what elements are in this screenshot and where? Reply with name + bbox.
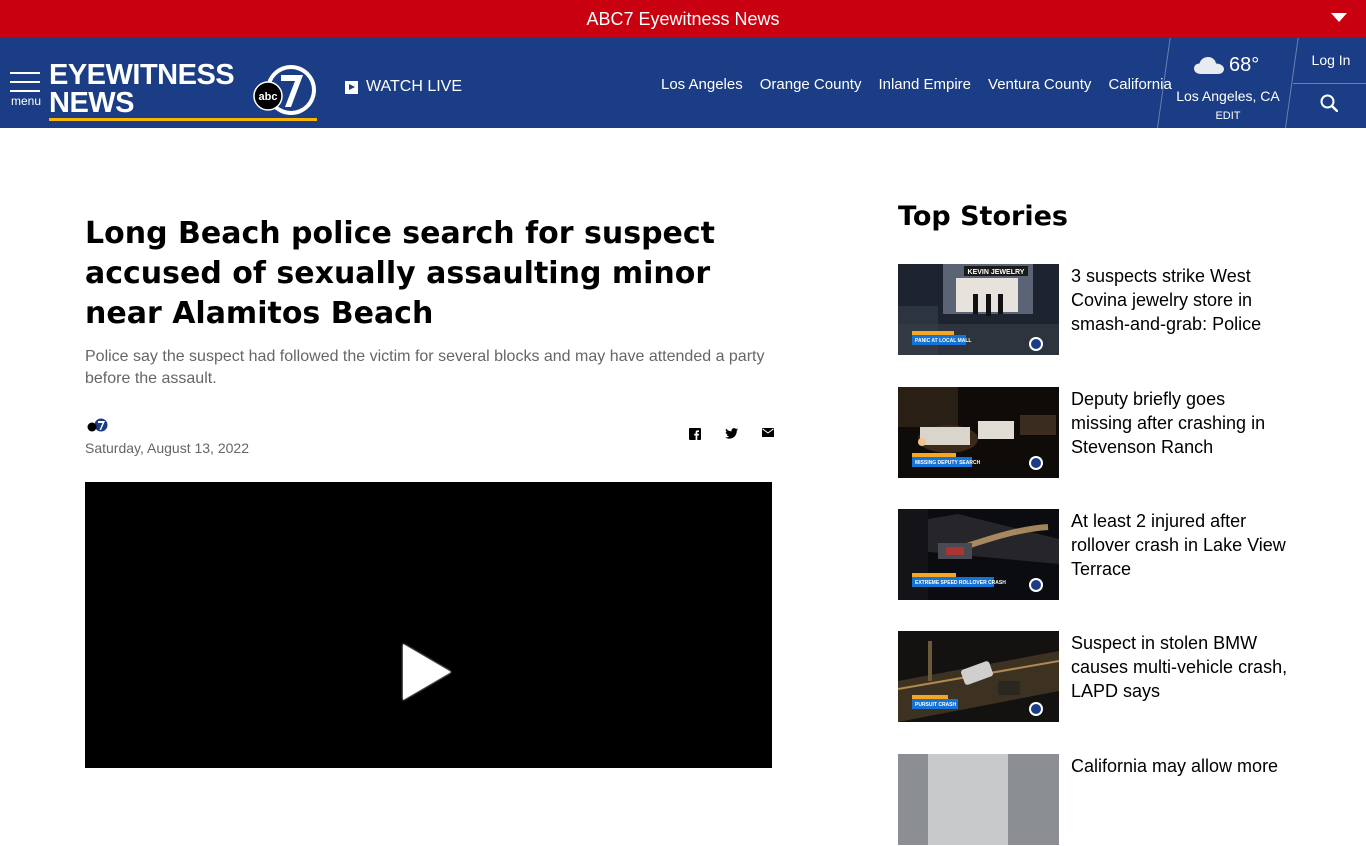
menu-label: menu (11, 94, 42, 108)
thumb-caption: EXTREME SPEED ROLLOVER CRASH (915, 580, 1006, 586)
search-icon (1320, 94, 1339, 113)
facebook-icon[interactable] (689, 428, 701, 440)
main-nav: menu EYEWITNESS NEWS abc WATCH LIVE Los … (0, 38, 1366, 128)
story-title[interactable]: Suspect in stolen BMW causes multi-vehic… (1071, 631, 1291, 703)
article-headline: Long Beach police search for suspect acc… (85, 216, 716, 331)
search-button[interactable] (1320, 94, 1339, 117)
story-title[interactable]: At least 2 injured after rollover crash … (1071, 509, 1291, 581)
play-icon[interactable] (403, 644, 451, 700)
cloud-icon (1194, 56, 1224, 74)
chevron-down-icon[interactable] (1331, 13, 1347, 22)
share-bar (689, 428, 774, 440)
story-item[interactable]: MISSING DEPUTY SEARCH Deputy briefly goe… (898, 387, 1298, 479)
story-title[interactable]: California may allow more (1071, 754, 1291, 778)
story-title[interactable]: Deputy briefly goes missing after crashi… (1071, 387, 1291, 459)
svg-text:KEVIN JEWELRY: KEVIN JEWELRY (968, 269, 1025, 276)
nav-link-ventura-county[interactable]: Ventura County (988, 76, 1091, 93)
weather-city: Los Angeles, CA (1176, 88, 1280, 104)
story-title[interactable]: 3 suspects strike West Covina jewelry st… (1071, 264, 1291, 336)
location-nav: Los Angeles Orange County Inland Empire … (661, 76, 1172, 93)
abc7-byline-icon (87, 418, 109, 437)
login-link[interactable]: Log In (1296, 52, 1366, 68)
story-item[interactable]: PURSUIT CRASH Suspect in stolen BMW caus… (898, 631, 1298, 723)
top-banner: ABC7 Eyewitness News (0, 0, 1366, 38)
logo-line1: EYEWITNESS (49, 59, 235, 91)
hamburger-icon (10, 72, 40, 74)
abc7-logo-icon: abc (253, 65, 316, 115)
article-date: Saturday, August 13, 2022 (85, 440, 249, 456)
thumb-caption: MISSING DEPUTY SEARCH (915, 460, 981, 466)
article-dek: Police say the suspect had followed the … (85, 348, 765, 387)
weather-temp: 68° (1229, 54, 1260, 76)
nav-link-inland-empire[interactable]: Inland Empire (878, 76, 971, 93)
top-stories-heading: Top Stories (898, 201, 1068, 232)
story-item[interactable]: EXTREME SPEED ROLLOVER CRASH At least 2 … (898, 509, 1298, 601)
play-icon (345, 80, 358, 94)
logo-underline (49, 118, 317, 121)
nav-link-los-angeles[interactable]: Los Angeles (661, 76, 743, 93)
thumb-caption: PANIC AT LOCAL MALL (915, 338, 971, 344)
story-item[interactable]: KEVIN JEWELRY PANIC AT LOCAL MALL 3 susp… (898, 264, 1298, 356)
menu-button[interactable]: menu (10, 72, 41, 108)
weather-widget[interactable]: 68° Los Angeles, CA EDIT (1163, 38, 1293, 128)
video-player[interactable] (85, 482, 772, 768)
weather-edit-link[interactable]: EDIT (1163, 110, 1293, 122)
thumb-caption: PURSUIT CRASH (915, 702, 957, 708)
banner-title[interactable]: ABC7 Eyewitness News (586, 9, 779, 30)
story-thumbnail[interactable]: EXTREME SPEED ROLLOVER CRASH (898, 509, 1059, 600)
watch-live-label: WATCH LIVE (366, 78, 463, 95)
svg-text:abc: abc (259, 91, 278, 103)
story-thumbnail[interactable]: KEVIN JEWELRY PANIC AT LOCAL MALL (898, 264, 1059, 355)
email-icon[interactable] (762, 428, 774, 437)
story-thumbnail[interactable]: MISSING DEPUTY SEARCH (898, 387, 1059, 478)
story-thumbnail[interactable]: PURSUIT CRASH (898, 631, 1059, 722)
logo-line2: NEWS (49, 87, 135, 119)
nav-link-orange-county[interactable]: Orange County (760, 76, 862, 93)
watch-live-link[interactable]: WATCH LIVE (345, 78, 462, 96)
site-logo[interactable]: EYEWITNESS NEWS abc (49, 61, 317, 123)
twitter-icon[interactable] (725, 428, 738, 439)
